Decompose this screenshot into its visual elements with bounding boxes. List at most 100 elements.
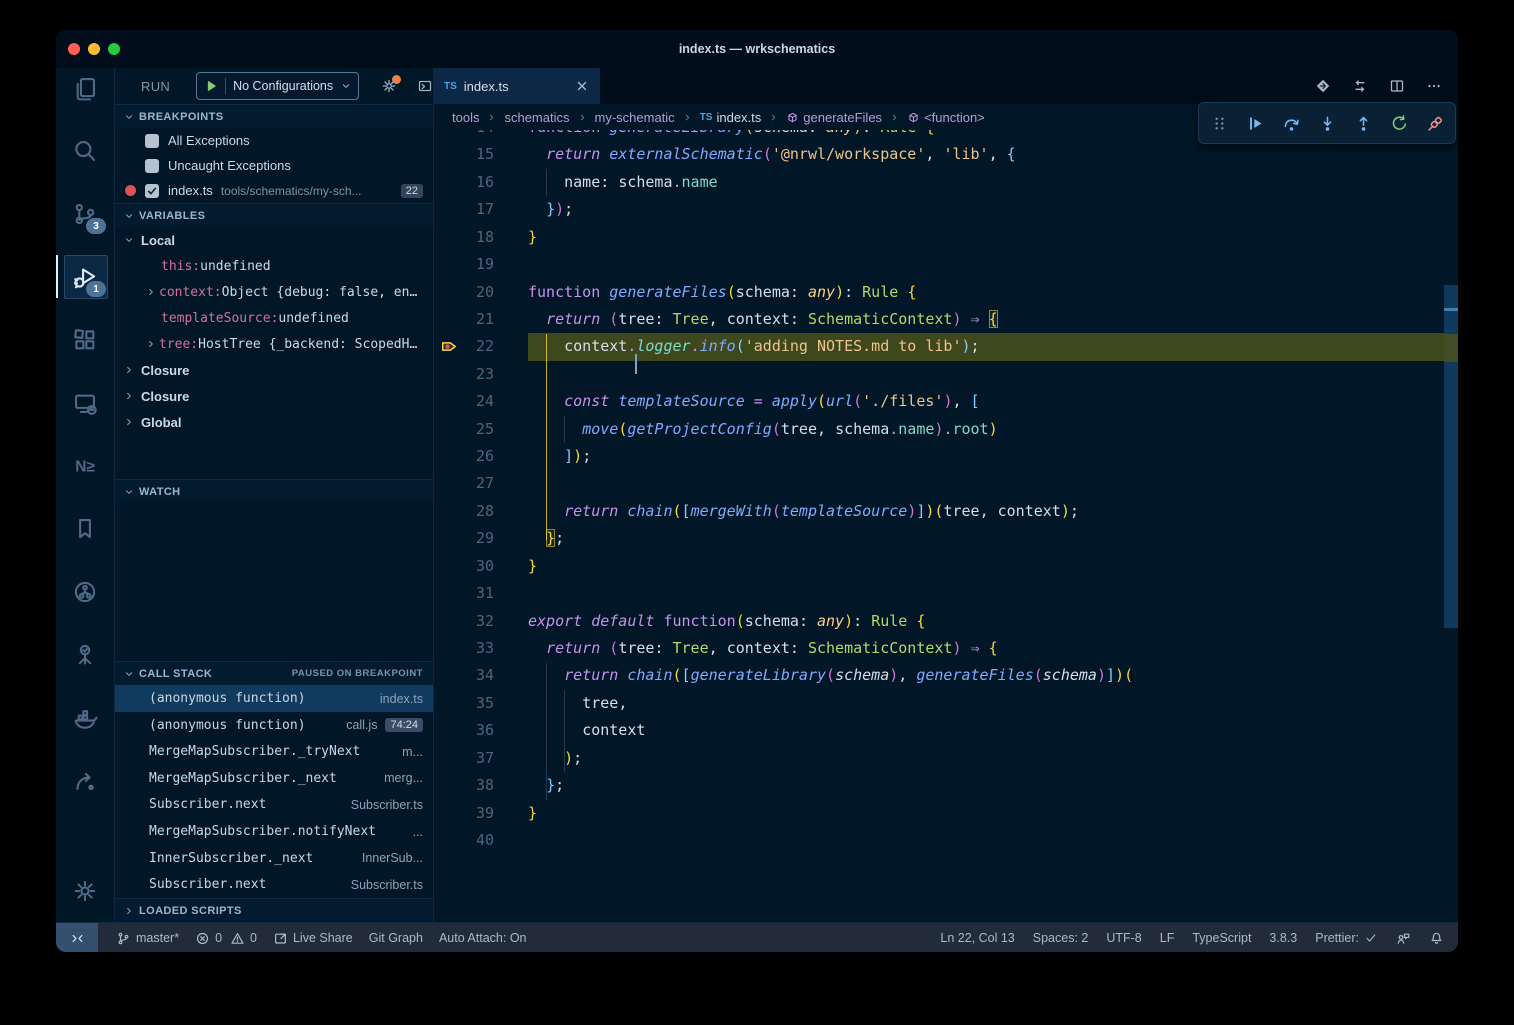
activity-item-source-control[interactable]: 3 (56, 182, 114, 245)
code-line-32[interactable]: 32export default function(schema: any): … (434, 608, 1444, 635)
activity-item-docker[interactable] (56, 686, 114, 749)
line-number[interactable]: 34 (434, 662, 494, 689)
close-tab-icon[interactable] (574, 78, 590, 94)
line-number[interactable]: 36 (434, 717, 494, 744)
code-line-39[interactable]: 39} (434, 800, 1444, 827)
call-stack-section-header[interactable]: CALL STACK PAUSED ON BREAKPOINT (115, 661, 433, 685)
code-line-35[interactable]: 35 tree, (434, 690, 1444, 717)
code-line-30[interactable]: 30} (434, 553, 1444, 580)
variable-row[interactable]: templateSource: undefined (115, 305, 433, 331)
code-line-19[interactable]: 19 (434, 251, 1444, 278)
status-git-graph-status[interactable]: Git Graph (369, 931, 423, 945)
callstack-frame[interactable]: MergeMapSubscriber._tryNextm... (115, 738, 433, 765)
breadcrumb-item[interactable]: generateFiles (786, 110, 882, 125)
status-indentation[interactable]: Spaces: 2 (1033, 931, 1089, 945)
open-changes-icon[interactable] (1315, 78, 1331, 94)
status-prettier[interactable]: Prettier: (1315, 931, 1378, 945)
tab-index-ts[interactable]: TS index.ts (434, 68, 600, 104)
drag-handle[interactable] (1203, 107, 1236, 140)
disconnect-button[interactable] (1419, 107, 1452, 140)
activity-item-remote-explorer[interactable] (56, 371, 114, 434)
split-editor-icon[interactable] (1389, 78, 1405, 94)
configure-launch-button[interactable] (381, 78, 397, 94)
line-number[interactable]: 28 (434, 498, 494, 525)
minimize-window-button[interactable] (88, 43, 100, 55)
code-line-27[interactable]: 27 (434, 470, 1444, 497)
code-line-37[interactable]: 37 ); (434, 745, 1444, 772)
compare-changes-icon[interactable] (1352, 78, 1368, 94)
code-line-24[interactable]: 24 const templateSource = apply(url('./f… (434, 388, 1444, 415)
status-language-mode[interactable]: TypeScript (1192, 931, 1251, 945)
start-debugging-icon[interactable] (203, 78, 219, 94)
code-line-28[interactable]: 28 return chain([mergeWith(templateSourc… (434, 498, 1444, 525)
status-remote-indicator[interactable] (56, 923, 98, 952)
code-line-23[interactable]: 23 (434, 361, 1444, 388)
status-warnings[interactable]: 0 (230, 931, 257, 946)
code-line-31[interactable]: 31 (434, 580, 1444, 607)
line-number[interactable]: 25 (434, 416, 494, 443)
status-git-branch[interactable]: master* (116, 931, 179, 946)
activity-item-live-share[interactable] (56, 749, 114, 812)
line-number[interactable]: 38 (434, 772, 494, 799)
breadcrumb-item[interactable]: tools (452, 110, 479, 125)
continue-button[interactable] (1239, 107, 1272, 140)
line-number[interactable]: 31 (434, 580, 494, 607)
breadcrumb-item[interactable]: schematics (504, 110, 569, 125)
activity-item-settings[interactable] (56, 859, 114, 922)
line-number[interactable]: 21 (434, 306, 494, 333)
variable-row[interactable]: tree: HostTree {_backend: ScopedH… (115, 331, 433, 357)
line-number[interactable]: 23 (434, 361, 494, 388)
line-number[interactable]: 33 (434, 635, 494, 662)
activity-item-testing[interactable] (56, 623, 114, 686)
line-number[interactable]: 20 (434, 279, 494, 306)
callstack-frame[interactable]: InnerSubscriber._nextInnerSub... (115, 845, 433, 872)
status-notifications[interactable] (1429, 931, 1444, 946)
line-number[interactable]: 37 (434, 745, 494, 772)
status-typescript-version[interactable]: 3.8.3 (1269, 931, 1297, 945)
variable-row[interactable]: this: undefined (115, 253, 433, 279)
line-number[interactable]: 29 (434, 525, 494, 552)
code-line-34[interactable]: 34 return chain([generateLibrary(schema)… (434, 662, 1444, 689)
line-number[interactable]: 30 (434, 553, 494, 580)
breakpoint-row[interactable]: All Exceptions (115, 128, 433, 153)
breakpoint-row[interactable]: index.tstools/schematics/my-sch...22 (115, 178, 433, 203)
status-encoding[interactable]: UTF-8 (1106, 931, 1141, 945)
step-out-button[interactable] (1347, 107, 1380, 140)
debug-console-button[interactable] (417, 78, 433, 94)
activity-item-run-and-debug[interactable]: 1 (56, 245, 114, 308)
status-auto-attach[interactable]: Auto Attach: On (439, 931, 527, 945)
activity-item-search[interactable] (56, 119, 114, 182)
code-line-16[interactable]: 16 name: schema.name (434, 169, 1444, 196)
status-feedback[interactable] (1396, 931, 1411, 946)
restart-button[interactable] (1383, 107, 1416, 140)
callstack-frame[interactable]: MergeMapSubscriber.notifyNext... (115, 818, 433, 845)
code-line-20[interactable]: 20function generateFiles(schema: any): R… (434, 279, 1444, 306)
variables-section-header[interactable]: VARIABLES (115, 203, 433, 227)
variable-row[interactable]: context: Object {debug: false, en… (115, 279, 433, 305)
code-line-15[interactable]: 15 return externalSchematic('@nrwl/works… (434, 141, 1444, 168)
step-into-button[interactable] (1311, 107, 1344, 140)
code-line-36[interactable]: 36 context (434, 717, 1444, 744)
code-line-25[interactable]: 25 move(getProjectConfig(tree, schema.na… (434, 416, 1444, 443)
breadcrumb-item[interactable]: <function> (907, 110, 985, 125)
breakpoint-row[interactable]: Uncaught Exceptions (115, 153, 433, 178)
code-editor[interactable]: 14function generateLibrary(schema: any):… (434, 130, 1458, 922)
line-number[interactable]: 19 (434, 251, 494, 278)
status-errors[interactable]: 0 (195, 931, 222, 946)
breadcrumb-item[interactable]: TSindex.ts (700, 110, 762, 125)
code-line-22[interactable]: 22 context.logger.info('adding NOTES.md … (434, 333, 1444, 360)
callstack-frame[interactable]: (anonymous function)call.js74:24 (115, 712, 433, 739)
code-line-33[interactable]: 33 return (tree: Tree, context: Schemati… (434, 635, 1444, 662)
code-line-18[interactable]: 18} (434, 224, 1444, 251)
status-cursor-position[interactable]: Ln 22, Col 13 (940, 931, 1014, 945)
checkbox[interactable] (145, 184, 159, 198)
line-number[interactable]: 24 (434, 388, 494, 415)
variable-scope-closure[interactable]: Closure (115, 357, 433, 383)
close-window-button[interactable] (68, 43, 80, 55)
code-line-40[interactable]: 40 (434, 827, 1444, 854)
breakpoints-section-header[interactable]: BREAKPOINTS (115, 104, 433, 128)
breadcrumb-item[interactable]: my-schematic (595, 110, 675, 125)
checkbox[interactable] (145, 134, 159, 148)
status-eol[interactable]: LF (1160, 931, 1175, 945)
callstack-frame[interactable]: Subscriber.nextSubscriber.ts (115, 871, 433, 898)
